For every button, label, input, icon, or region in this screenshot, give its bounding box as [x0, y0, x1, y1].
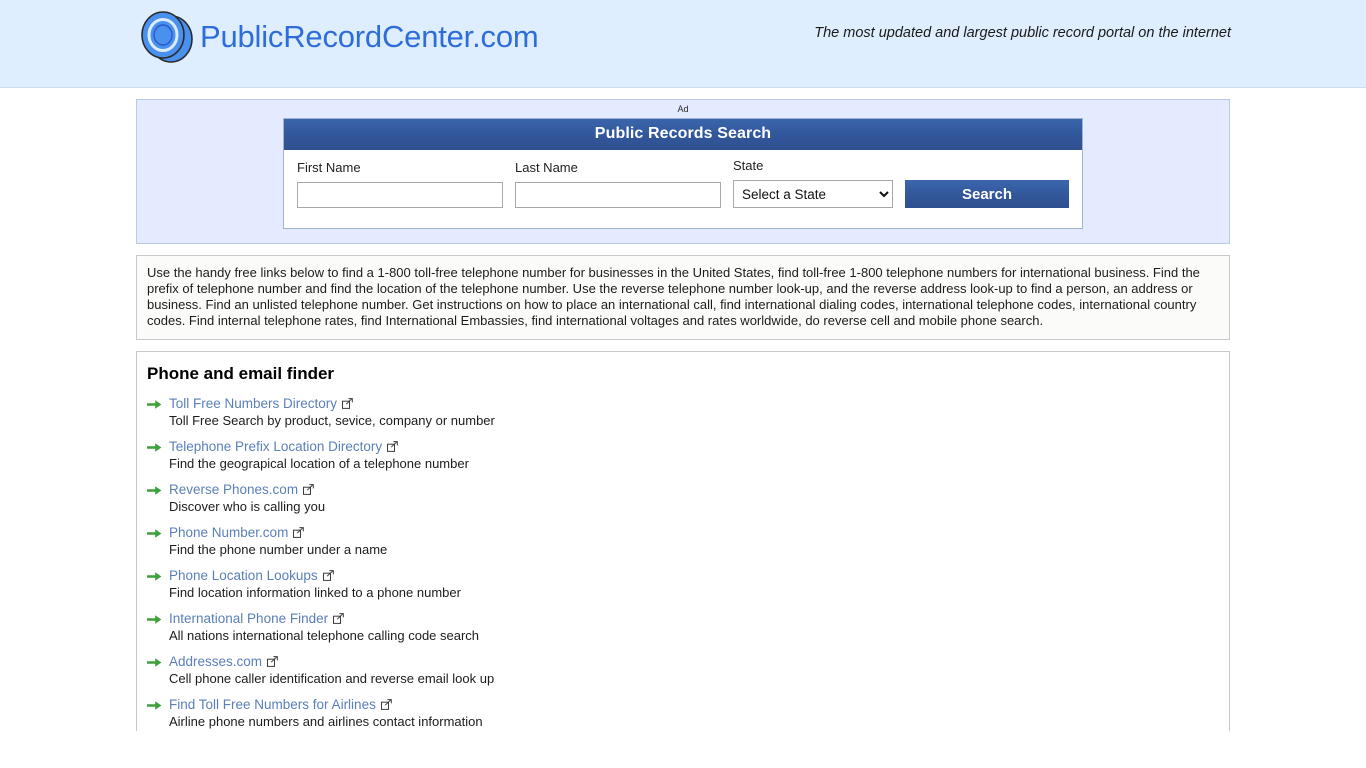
first-name-field-group: First Name	[297, 161, 503, 208]
green-arrow-icon	[147, 441, 162, 452]
link-find-toll-free-numbers-for-airlines[interactable]: Find Toll Free Numbers for Airlines	[169, 697, 376, 712]
site-header: PublicRecordCenter.com The most updated …	[0, 0, 1366, 88]
first-name-label: First Name	[297, 160, 361, 175]
link-phone-number-com[interactable]: Phone Number.com	[169, 525, 288, 540]
page-content: Ad Public Records Search First Name Last…	[136, 88, 1230, 731]
link-description: Cell phone caller identification and rev…	[169, 671, 495, 686]
green-arrow-icon	[147, 527, 162, 538]
link-phone-location-lookups[interactable]: Phone Location Lookups	[169, 568, 318, 583]
link-international-phone-finder[interactable]: International Phone Finder	[169, 611, 328, 626]
intro-description-box: Use the handy free links below to find a…	[136, 255, 1230, 340]
external-link-icon	[293, 525, 305, 538]
green-arrow-icon	[147, 484, 162, 495]
list-item: Reverse Phones.com Discover who is calli…	[147, 481, 1218, 516]
link-row: Addresses.com	[169, 653, 1218, 670]
link-row: Toll Free Numbers Directory	[169, 395, 1218, 412]
green-arrow-icon	[147, 398, 162, 409]
first-name-input[interactable]	[297, 182, 503, 208]
phone-email-finder-panel: Phone and email finder Toll Free Numbers…	[136, 351, 1230, 731]
last-name-label: Last Name	[515, 160, 578, 175]
external-link-icon	[322, 568, 334, 581]
link-description: Discover who is calling you	[169, 499, 326, 514]
header-inner: PublicRecordCenter.com The most updated …	[133, 0, 1233, 87]
link-row: Find Toll Free Numbers for Airlines	[169, 696, 1218, 713]
brand-name: PublicRecordCenter.com	[200, 19, 539, 54]
external-link-icon	[267, 654, 278, 667]
green-arrow-icon	[147, 699, 162, 710]
link-description: Find the phone number under a name	[169, 542, 388, 557]
link-telephone-prefix-location-directory[interactable]: Telephone Prefix Location Directory	[169, 439, 382, 454]
ad-panel: Ad Public Records Search First Name Last…	[136, 99, 1230, 244]
link-description: All nations international telephone call…	[169, 628, 480, 643]
external-link-icon	[380, 697, 392, 710]
site-tagline: The most updated and largest public reco…	[814, 25, 1231, 41]
link-list: Toll Free Numbers Directory Toll Free Se…	[147, 395, 1218, 731]
search-widget-title: Public Records Search	[284, 119, 1082, 150]
link-description: Airline phone numbers and airlines conta…	[169, 714, 483, 729]
link-row: Phone Location Lookups	[169, 567, 1218, 584]
search-button[interactable]: Search	[905, 180, 1069, 208]
external-link-icon	[333, 611, 344, 624]
green-arrow-icon	[147, 613, 162, 624]
list-item: International Phone Finder All nations i…	[147, 610, 1218, 645]
link-row: Reverse Phones.com	[169, 481, 1218, 498]
list-item: Telephone Prefix Location Directory Find…	[147, 438, 1218, 473]
list-item: Toll Free Numbers Directory Toll Free Se…	[147, 395, 1218, 430]
external-link-icon	[387, 439, 398, 452]
link-addresses-com[interactable]: Addresses.com	[169, 654, 262, 669]
last-name-input[interactable]	[515, 182, 721, 208]
link-description: Toll Free Search by product, sevice, com…	[169, 413, 495, 428]
state-field-group: State Select a State	[733, 159, 893, 208]
state-select[interactable]: Select a State	[733, 180, 893, 208]
link-row: Telephone Prefix Location Directory	[169, 438, 1218, 455]
list-item: Phone Location Lookups Find location inf…	[147, 567, 1218, 602]
last-name-field-group: Last Name	[515, 161, 721, 208]
external-link-icon	[303, 482, 314, 495]
link-description: Find location information linked to a ph…	[169, 585, 461, 600]
brand-logo[interactable]: PublicRecordCenter.com	[138, 9, 539, 65]
list-item: Phone Number.com Find the phone number u…	[147, 524, 1218, 559]
public-records-search-widget: Public Records Search First Name Last Na…	[283, 118, 1083, 229]
intro-description-text: Use the handy free links below to find a…	[147, 265, 1200, 328]
list-item: Find Toll Free Numbers for Airlines Airl…	[147, 696, 1218, 731]
external-link-icon	[342, 396, 353, 409]
ad-label: Ad	[677, 104, 689, 114]
state-label: State	[733, 158, 764, 173]
link-description: Find the geograpical location of a telep…	[169, 456, 469, 471]
overlapping-circles-logo-icon	[138, 9, 196, 65]
list-item: Addresses.com Cell phone caller identifi…	[147, 653, 1218, 688]
link-reverse-phones-com[interactable]: Reverse Phones.com	[169, 482, 298, 497]
link-row: International Phone Finder	[169, 610, 1218, 627]
search-form: First Name Last Name State Select a Stat…	[284, 150, 1082, 228]
link-row: Phone Number.com	[169, 524, 1218, 541]
link-toll-free-numbers-directory[interactable]: Toll Free Numbers Directory	[169, 396, 337, 411]
green-arrow-icon	[147, 570, 162, 581]
green-arrow-icon	[147, 656, 162, 667]
panel-title: Phone and email finder	[147, 364, 335, 383]
